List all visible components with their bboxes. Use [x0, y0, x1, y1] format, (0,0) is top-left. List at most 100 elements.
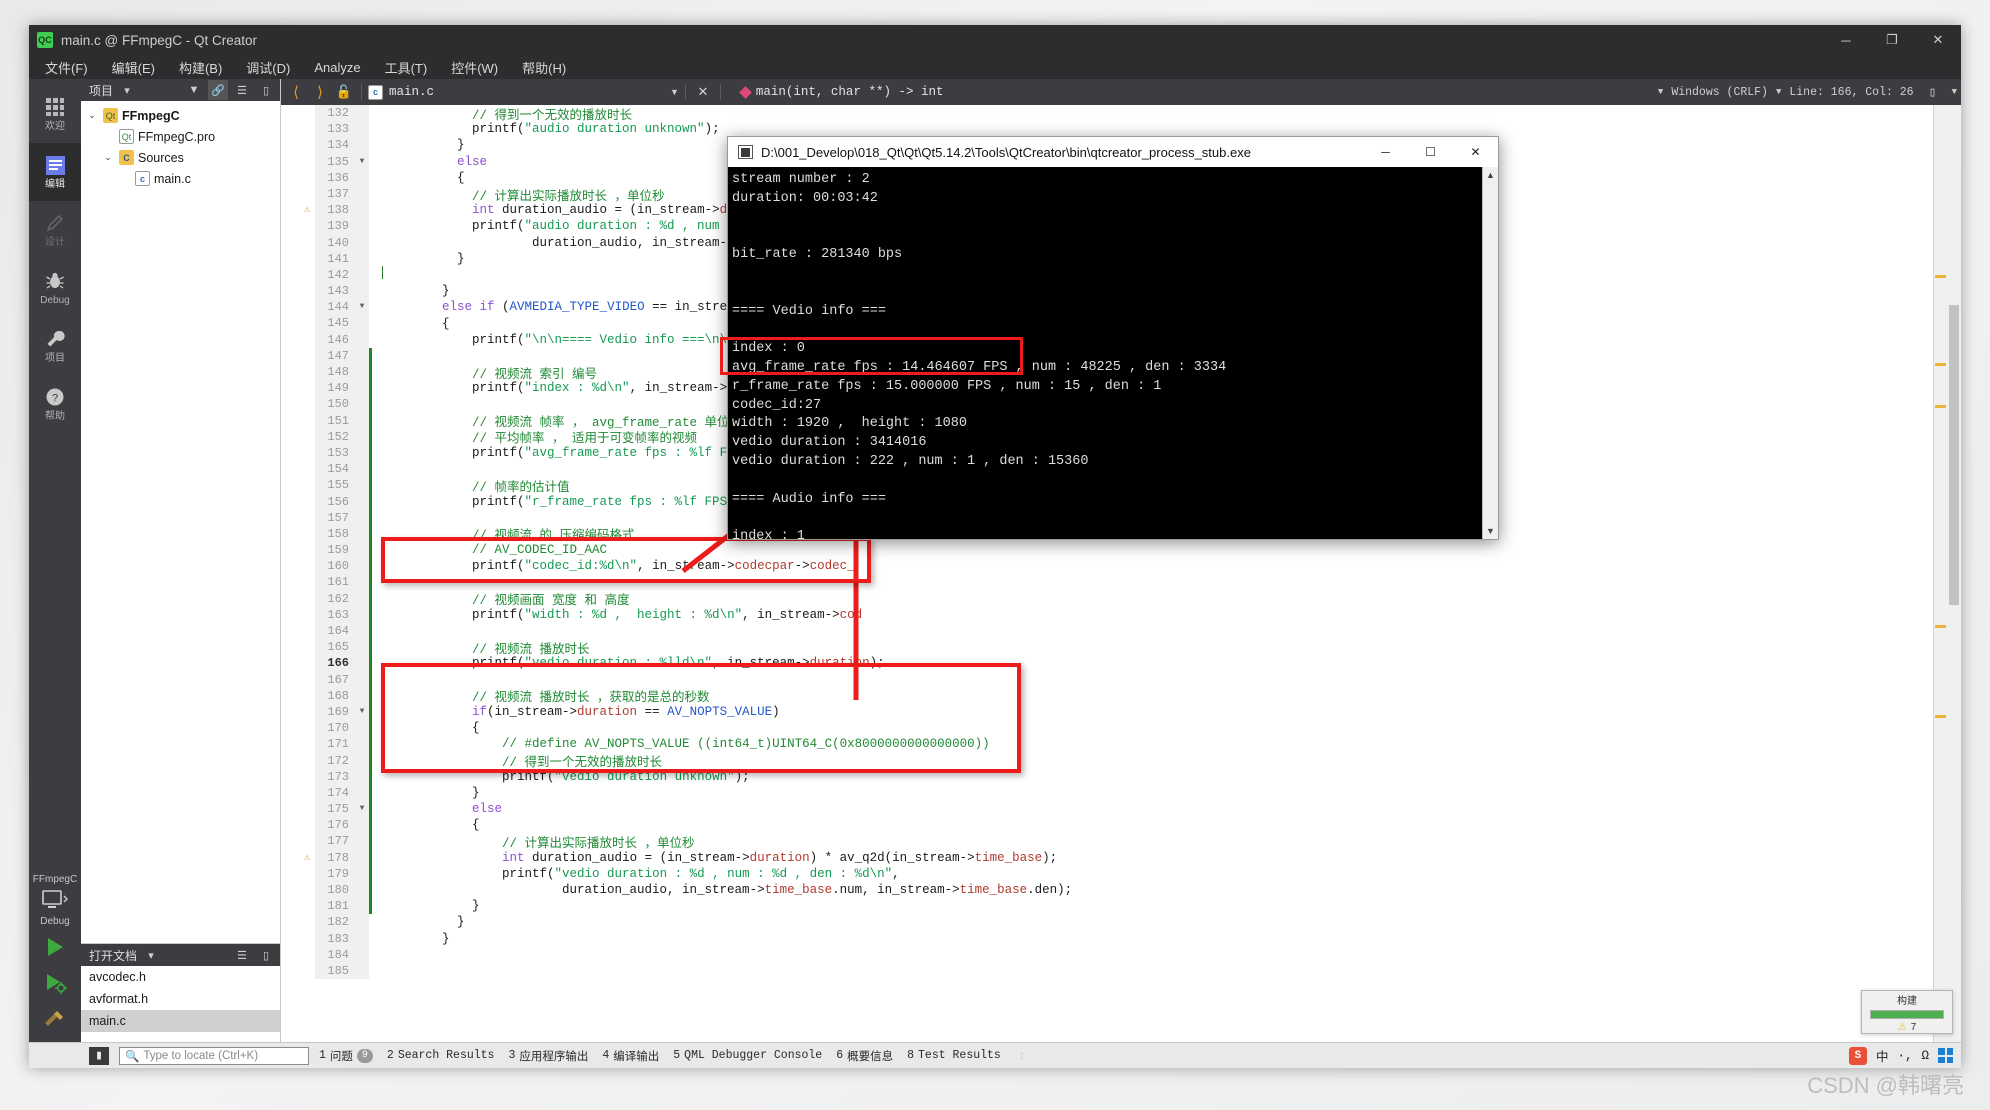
fold-toggle-icon[interactable]: ▼: [355, 703, 369, 721]
console-maximize-button[interactable]: ☐: [1408, 137, 1453, 167]
menu-item-2[interactable]: 构建(B): [179, 58, 222, 77]
nav-back-icon[interactable]: ⟨: [285, 81, 307, 103]
output-pane-8[interactable]: 8 Test Results: [907, 1049, 1001, 1062]
mode-projects[interactable]: 项目: [29, 317, 81, 375]
link-icon[interactable]: 🔗: [208, 80, 228, 100]
code-line-178[interactable]: ⚠ 178 int duration_audio = (in_stream->du…: [299, 849, 1933, 866]
mode-design[interactable]: 设计: [29, 201, 81, 259]
split-add-icon[interactable]: ☰: [232, 80, 252, 100]
open-document-1[interactable]: avformat.h: [81, 988, 280, 1010]
code-line-160[interactable]: 160 printf("codec_id:%d\n", in_stream->c…: [299, 558, 1933, 575]
chevron-down-icon[interactable]: ⌄: [101, 152, 115, 163]
open-document-0[interactable]: avcodec.h: [81, 966, 280, 988]
close-button[interactable]: ✕: [1915, 25, 1961, 55]
code-line-166[interactable]: 166 printf("vedio duration : %lld\n", in…: [299, 655, 1933, 672]
code-line-181[interactable]: 181 }: [299, 898, 1933, 915]
code-line-132[interactable]: 132 // 得到一个无效的播放时长: [299, 105, 1933, 123]
menu-item-1[interactable]: 编辑(E): [112, 58, 155, 77]
code-line-165[interactable]: 165 // 视频流 播放时长: [299, 639, 1933, 657]
menu-item-0[interactable]: 文件(F): [45, 58, 88, 77]
output-pane-chevron-icon[interactable]: ↕: [1011, 1045, 1033, 1067]
mode-help[interactable]: ? 帮助: [29, 375, 81, 433]
output-pane-3[interactable]: 3 应用程序输出: [508, 1048, 588, 1064]
project-tree[interactable]: ⌄ Qt FFmpegC Qt FFmpegC.pro ⌄ C Sources c main.c: [81, 101, 280, 943]
minimize-button[interactable]: ─: [1823, 25, 1869, 55]
code-line-176[interactable]: 176 {: [299, 817, 1933, 834]
code-line-164[interactable]: 164: [299, 623, 1933, 640]
menu-item-5[interactable]: 工具(T): [385, 58, 428, 77]
restore-button[interactable]: ❐: [1869, 25, 1915, 55]
chevron-down-icon[interactable]: ▼: [670, 87, 679, 97]
kit-selector[interactable]: FFmpegC Debug: [29, 874, 81, 1042]
lock-icon[interactable]: 🔓: [333, 81, 355, 103]
code-line-172[interactable]: 172 // 得到一个无效的播放时长: [299, 752, 1933, 770]
fold-toggle-icon[interactable]: ▼: [355, 299, 369, 316]
minimize-panel-icon[interactable]: ▯: [256, 945, 276, 965]
split-add-icon[interactable]: ☰: [232, 945, 252, 965]
code-line-163[interactable]: 163 printf("width : %d , height : %d\n",…: [299, 606, 1933, 623]
code-line-183[interactable]: 183 }: [299, 930, 1933, 947]
debug-run-button[interactable]: [38, 966, 72, 1000]
code-line-179[interactable]: 179 printf("vedio duration : %d , num : …: [299, 865, 1933, 882]
fold-toggle-icon[interactable]: ▼: [355, 801, 369, 818]
code-line-162[interactable]: 162 // 视频画面 宽度 和 高度: [299, 590, 1933, 608]
run-button[interactable]: [38, 930, 72, 964]
console-close-button[interactable]: ✕: [1453, 137, 1498, 167]
code-line-177[interactable]: 177 // 计算出实际播放时长 ，单位秒: [299, 833, 1933, 851]
code-line-161[interactable]: 161: [299, 574, 1933, 591]
line-ending-selector[interactable]: Windows (CRLF): [1671, 86, 1768, 99]
code-line-174[interactable]: 174 }: [299, 784, 1933, 802]
ime-punct-icon[interactable]: ·,: [1897, 1049, 1912, 1063]
output-pane-6[interactable]: 6 概要信息: [836, 1048, 893, 1064]
build-button[interactable]: [38, 1002, 72, 1036]
mode-welcome[interactable]: 欢迎: [29, 85, 81, 143]
ime-mode-label[interactable]: 中: [1876, 1046, 1889, 1065]
mode-edit[interactable]: 编辑: [29, 143, 81, 201]
console-output[interactable]: stream number : 2 duration: 00:03:42 bit…: [728, 167, 1482, 539]
open-file-chip[interactable]: c main.c: [368, 84, 668, 100]
output-pane-5[interactable]: 5 QML Debugger Console: [673, 1049, 822, 1062]
menu-item-7[interactable]: 帮助(H): [522, 58, 566, 77]
tree-item-1[interactable]: Qt FFmpegC.pro: [81, 126, 280, 147]
tree-item-0[interactable]: ⌄ Qt FFmpegC: [81, 105, 280, 126]
code-line-185[interactable]: 185: [299, 962, 1933, 980]
symbol-selector[interactable]: main(int, char **) -> int: [739, 85, 943, 99]
chevron-down-icon[interactable]: ▼: [1952, 87, 1957, 97]
code-line-173[interactable]: 173 printf("vedio duration unknown");: [299, 768, 1933, 785]
output-pane-4[interactable]: 4 编译输出: [602, 1048, 659, 1064]
code-line-171[interactable]: 171 // #define AV_NOPTS_VALUE ((int64_t)…: [299, 736, 1933, 753]
chevron-down-icon[interactable]: ▾: [117, 80, 137, 100]
locator-input[interactable]: 🔍 Type to locate (Ctrl+K): [119, 1046, 309, 1065]
chevron-down-icon[interactable]: ▼: [1658, 87, 1663, 97]
console-minimize-button[interactable]: ─: [1363, 137, 1408, 167]
minimize-panel-icon[interactable]: ▯: [256, 80, 276, 100]
code-line-168[interactable]: 168 // 视频流 播放时长 ，获取的是总的秒数: [299, 687, 1933, 705]
chevron-down-icon[interactable]: ▾: [141, 945, 161, 965]
filter-icon[interactable]: ▼: [184, 80, 204, 100]
code-line-167[interactable]: 167: [299, 671, 1933, 688]
split-editor-icon[interactable]: ▯: [1922, 81, 1944, 103]
warning-count[interactable]: ⚠ 7: [1898, 1022, 1917, 1033]
output-pane-2[interactable]: 2 Search Results: [387, 1049, 495, 1062]
console-scrollbar[interactable]: ▲ ▼: [1482, 167, 1498, 539]
scroll-up-icon[interactable]: ▲: [1486, 167, 1495, 183]
mode-debug[interactable]: Debug: [29, 259, 81, 317]
open-document-2[interactable]: main.c: [81, 1010, 280, 1032]
code-line-159[interactable]: 159 // AV_CODEC_ID_AAC: [299, 542, 1933, 559]
code-line-133[interactable]: 133 printf("audio duration unknown");: [299, 121, 1933, 138]
tree-item-3[interactable]: c main.c: [81, 168, 280, 189]
code-line-184[interactable]: 184: [299, 946, 1933, 963]
fold-toggle-icon[interactable]: ▼: [355, 153, 369, 170]
code-line-180[interactable]: 180 duration_audio, in_stream->time_base…: [299, 882, 1933, 899]
ime-symbol-icon[interactable]: Ω: [1921, 1049, 1929, 1063]
menu-item-6[interactable]: 控件(W): [451, 58, 498, 77]
output-pane-1[interactable]: 1 问题 9: [319, 1048, 373, 1064]
code-line-175[interactable]: 175 ▼ else: [299, 801, 1933, 818]
code-line-182[interactable]: 182 }: [299, 914, 1933, 931]
code-line-170[interactable]: 170 {: [299, 720, 1933, 737]
nav-forward-icon[interactable]: ⟩: [309, 81, 331, 103]
toggle-sidebar-icon[interactable]: ▮: [89, 1046, 109, 1065]
code-line-169[interactable]: 169 ▼ if(in_stream->duration == AV_NOPTS_…: [299, 703, 1933, 721]
cursor-position[interactable]: Line: 166, Col: 26: [1789, 86, 1913, 99]
menu-item-3[interactable]: 调试(D): [246, 58, 290, 77]
